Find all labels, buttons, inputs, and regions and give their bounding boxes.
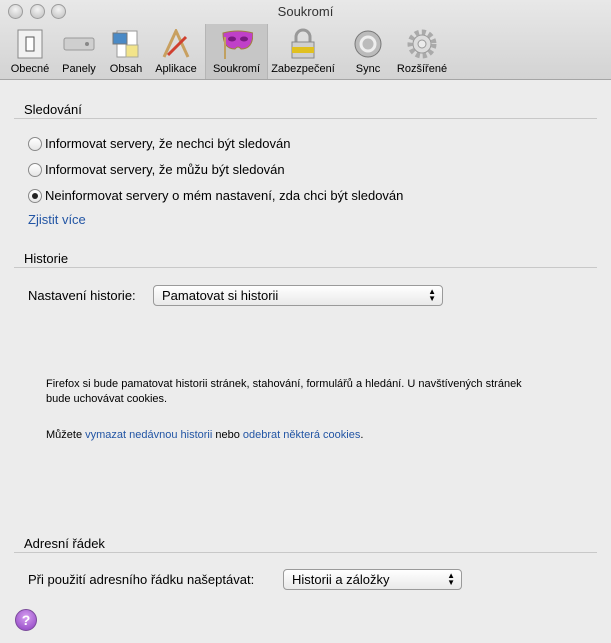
note-text: nebo — [212, 429, 243, 441]
select-value: Historii a záložky — [292, 572, 390, 587]
tab-privacy[interactable]: Soukromí — [205, 24, 268, 79]
divider — [14, 552, 597, 553]
tab-label: Rozšířené — [396, 63, 448, 75]
radio-allow-track[interactable] — [28, 163, 42, 177]
history-label: Nastavení historie: — [28, 288, 136, 303]
mask-icon — [221, 28, 253, 60]
sync-icon — [352, 28, 384, 60]
remove-cookies-link[interactable]: odebrat některá cookies — [243, 429, 360, 441]
history-note: Můžete vymazat nedávnou historii nebo od… — [46, 429, 363, 441]
tab-label: Aplikace — [155, 63, 197, 75]
tab-label: Zabezpečení — [271, 63, 335, 75]
divider — [14, 267, 597, 268]
tab-label: Obecné — [10, 63, 50, 75]
history-select[interactable]: Pamatovat si historii ▲ ▼ — [153, 285, 443, 306]
location-bar-label: Při použití adresního řádku našeptávat: — [28, 572, 255, 587]
title-bar: Soukromí Obecné Panely Obsah Aplikace So… — [0, 0, 611, 80]
tab-security[interactable]: Zabezpečení — [270, 24, 336, 79]
select-value: Pamatovat si historii — [162, 288, 279, 303]
tab-label: Sync — [355, 63, 381, 75]
radio-label: Informovat servery, že nechci být sledov… — [45, 136, 291, 151]
history-description: Firefox si bude pamatovat historii strán… — [46, 378, 522, 405]
gear-icon — [406, 28, 438, 60]
radio-label: Neinformovat servery o mém nastavení, zd… — [45, 188, 404, 203]
learn-more-link[interactable]: Zjistit více — [28, 212, 86, 227]
tab-label: Panely — [62, 63, 96, 75]
updown-arrows-icon: ▲ ▼ — [428, 287, 436, 303]
tab-applications[interactable]: Aplikace — [150, 24, 202, 79]
lock-icon — [287, 28, 319, 60]
radio-no-preference[interactable] — [28, 189, 42, 203]
radio-do-not-track[interactable] — [28, 137, 42, 151]
note-text: Můžete — [46, 429, 86, 441]
switch-icon — [14, 28, 46, 60]
radio-label: Informovat servery, že můžu být sledován — [45, 162, 285, 177]
help-button[interactable]: ? — [15, 609, 37, 631]
tab-label: Obsah — [109, 63, 143, 75]
tracking-heading: Sledování — [24, 102, 82, 117]
tab-advanced[interactable]: Rozšířené — [394, 24, 450, 79]
updown-arrows-icon: ▲ ▼ — [447, 571, 455, 587]
tab-general[interactable]: Obecné — [6, 24, 54, 79]
applications-icon — [160, 28, 192, 60]
location-bar-heading: Adresní řádek — [24, 536, 105, 551]
clear-history-link[interactable]: vymazat nedávnou historii — [85, 429, 212, 441]
tab-sync[interactable]: Sync — [346, 24, 390, 79]
tab-content[interactable]: Obsah — [104, 24, 148, 79]
tab-label: Soukromí — [212, 63, 261, 75]
suggest-select[interactable]: Historii a záložky ▲ ▼ — [283, 569, 462, 590]
tab-tabs[interactable]: Panely — [56, 24, 102, 79]
content-icon — [110, 28, 142, 60]
history-heading: Historie — [24, 251, 69, 266]
tabs-icon — [63, 28, 95, 60]
window-title: Soukromí — [277, 4, 334, 19]
divider — [14, 118, 597, 119]
note-text: . — [360, 429, 364, 441]
